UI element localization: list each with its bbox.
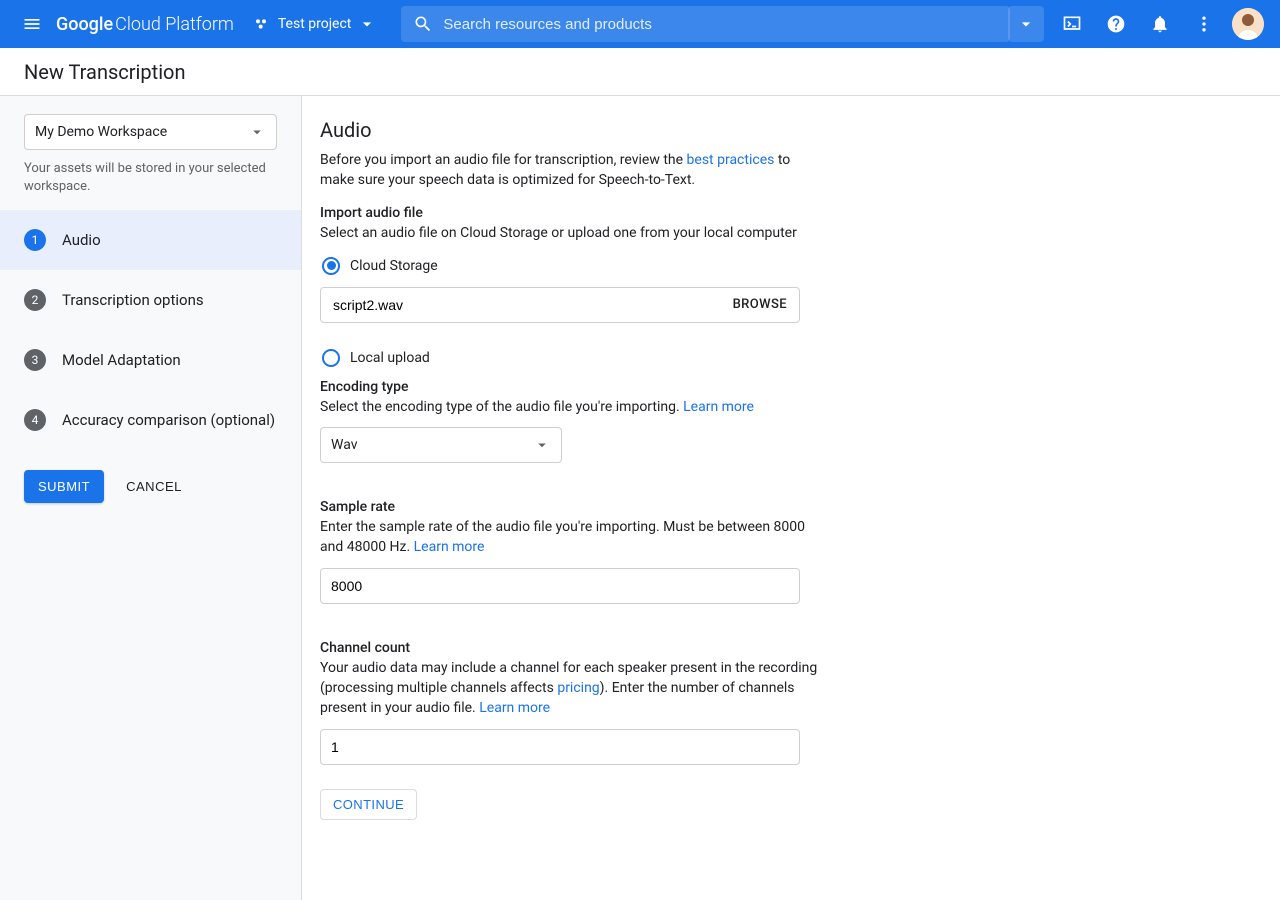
encoding-title: Encoding type [320,379,820,395]
top-app-bar: Google Cloud Platform Test project [0,0,1280,48]
main-content: Audio Before you import an audio file fo… [302,96,1280,900]
continue-button[interactable]: CONTINUE [320,789,417,820]
radio-local-upload[interactable]: Local upload [322,349,820,367]
workspace-selected-label: My Demo Workspace [35,124,167,140]
intro-paragraph: Before you import an audio file for tran… [320,150,820,191]
cloud-storage-file-input[interactable] [333,297,733,313]
step-number: 2 [24,289,46,311]
radio-icon [322,257,340,275]
caret-down-icon [533,436,551,454]
page-title: New Transcription [24,60,186,84]
browse-button[interactable]: BROWSE [733,297,787,312]
sample-rate-title: Sample rate [320,499,820,515]
step-number: 3 [24,349,46,371]
caret-down-icon [1016,14,1036,34]
page-title-bar: New Transcription [0,48,1280,96]
project-name-label: Test project [278,16,352,32]
project-icon [254,16,270,32]
cloud-shell-button[interactable] [1052,4,1092,44]
search-input[interactable] [443,16,998,33]
step-label: Model Adaptation [62,351,181,369]
import-audio-desc: Select an audio file on Cloud Storage or… [320,223,820,243]
cancel-button[interactable]: CANCEL [126,479,182,494]
sample-rate-desc: Enter the sample rate of the audio file … [320,517,820,558]
search-container [401,6,1044,42]
project-picker[interactable]: Test project [254,14,378,34]
step-audio[interactable]: 1 Audio [0,210,301,270]
channel-count-input[interactable] [320,729,800,765]
avatar [1232,8,1264,40]
radio-label: Local upload [350,350,430,366]
step-label: Transcription options [62,291,204,309]
more-button[interactable] [1184,4,1224,44]
import-audio-title: Import audio file [320,205,820,221]
search-icon [413,14,433,34]
encoding-learn-more-link[interactable]: Learn more [683,399,754,415]
best-practices-link[interactable]: best practices [687,152,775,168]
encoding-desc: Select the encoding type of the audio fi… [320,397,820,417]
caret-down-icon [248,123,266,141]
account-avatar-button[interactable] [1228,4,1268,44]
search-dropdown-button[interactable] [1008,6,1044,42]
pricing-link[interactable]: pricing [557,680,599,696]
encoding-value: Wav [331,437,358,453]
channel-count-title: Channel count [320,640,820,656]
cloud-shell-icon [1062,14,1082,34]
encoding-select[interactable]: Wav [320,427,562,463]
workspace-help-text: Your assets will be stored in your selec… [0,160,301,196]
step-label: Accuracy comparison (optional) [62,411,275,429]
sidebar-actions: SUBMIT CANCEL [0,450,301,523]
step-transcription-options[interactable]: 2 Transcription options [0,270,301,330]
left-sidebar: My Demo Workspace Your assets will be st… [0,96,302,900]
notifications-button[interactable] [1140,4,1180,44]
gcp-logo[interactable]: Google Cloud Platform [56,14,234,35]
channel-count-desc: Your audio data may include a channel fo… [320,658,820,719]
step-model-adaptation[interactable]: 3 Model Adaptation [0,330,301,390]
step-label: Audio [62,231,101,249]
top-right-icons [1052,4,1268,44]
help-icon [1106,14,1126,34]
page-body: My Demo Workspace Your assets will be st… [0,96,1280,900]
bell-icon [1150,14,1170,34]
search-box[interactable] [401,6,1010,42]
logo-google: Google [56,14,113,35]
step-number: 1 [24,229,46,251]
caret-down-icon [357,14,377,34]
submit-button[interactable]: SUBMIT [24,470,104,503]
logo-cloud-platform: Cloud Platform [115,14,234,35]
workspace-select[interactable]: My Demo Workspace [24,114,277,150]
more-vert-icon [1194,14,1214,34]
sample-learn-more-link[interactable]: Learn more [414,539,485,555]
step-number: 4 [24,409,46,431]
cloud-storage-file-row: BROWSE [320,287,800,323]
radio-icon [322,349,340,367]
hamburger-menu-button[interactable] [12,4,52,44]
section-heading-audio: Audio [320,118,820,142]
step-list: 1 Audio 2 Transcription options 3 Model … [0,210,301,450]
channel-learn-more-link[interactable]: Learn more [479,700,550,716]
sample-rate-input[interactable] [320,568,800,604]
menu-icon [22,14,42,34]
radio-label: Cloud Storage [350,258,438,274]
help-button[interactable] [1096,4,1136,44]
radio-cloud-storage[interactable]: Cloud Storage [322,257,820,275]
step-accuracy-comparison[interactable]: 4 Accuracy comparison (optional) [0,390,301,450]
